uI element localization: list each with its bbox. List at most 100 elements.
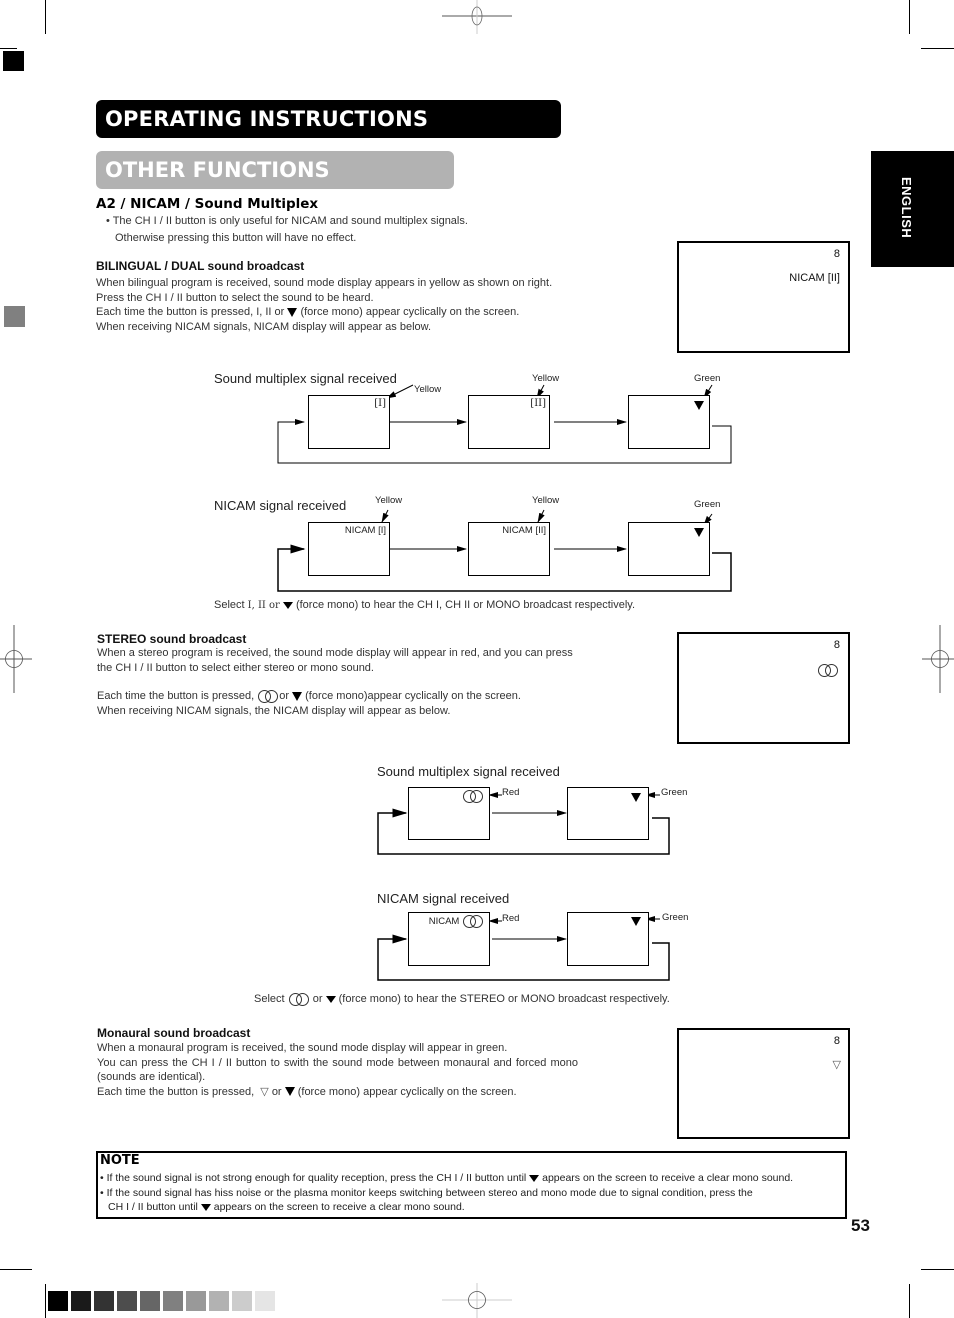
sound-mode-label: NICAM [II] <box>789 272 840 284</box>
text: or <box>271 1085 282 1098</box>
force-mono-icon <box>292 691 303 701</box>
text: (force mono) to hear the CH I, CH II or … <box>295 599 636 611</box>
calibration-swatch <box>209 1291 229 1311</box>
text: I, II or <box>247 600 280 611</box>
stereo-para-2: Each time the button is pressed, or (for… <box>97 689 579 704</box>
force-mono-icon <box>694 527 704 537</box>
mono-outline-icon: ▽ <box>832 1059 841 1071</box>
bilingual-para-4: When receiving NICAM signals, NICAM disp… <box>96 320 432 333</box>
stereo-icon <box>462 915 484 928</box>
mode-label: [II] <box>530 398 546 409</box>
calibration-swatch <box>94 1291 114 1311</box>
monaural-title: Monaural sound broadcast <box>97 1026 251 1040</box>
registration-target-left <box>0 625 32 693</box>
stereo-para-1: When a stereo program is received, the s… <box>97 647 573 674</box>
monaural-para-1: When a monaural program is received, the… <box>97 1042 508 1054</box>
color-callout: Red <box>502 913 520 924</box>
bilingual-para-1: When bilingual program is received, soun… <box>96 277 553 289</box>
sound-mode-box: NICAM <box>408 912 490 966</box>
force-mono-icon <box>282 601 293 609</box>
intro-line-2: Otherwise pressing this button will have… <box>115 232 357 244</box>
text: (force mono)appear cyclically on the scr… <box>305 690 521 702</box>
diagram-title: Sound multiplex signal received <box>377 764 560 779</box>
page-subtitle: OTHER FUNCTIONS <box>96 151 454 189</box>
channel-number: 8 <box>833 639 840 651</box>
calibration-swatch <box>186 1291 206 1311</box>
force-mono-icon <box>287 307 298 317</box>
tv-screen-monaural: 8 ▽ <box>677 1028 850 1139</box>
text: or <box>279 690 289 702</box>
stereo-description: When a stereo program is received, the s… <box>97 646 579 718</box>
text: Select <box>214 599 245 611</box>
color-callout: Yellow <box>532 373 560 384</box>
color-callout: Red <box>502 787 520 798</box>
registration-target-right <box>922 625 954 693</box>
sound-mode-box: [I] <box>308 395 390 449</box>
language-tab: ENGLISH <box>871 151 954 267</box>
tv-screen-bilingual: 8 NICAM [II] <box>677 241 850 353</box>
note-box: NOTE • If the sound signal is not strong… <box>96 1151 847 1219</box>
force-mono-icon <box>631 916 641 926</box>
color-callout: Yellow <box>414 384 442 395</box>
sound-mode-box: [II] <box>468 395 550 449</box>
bilingual-para-3: Each time the button is pressed, I, II o… <box>96 305 578 320</box>
sound-mode-box <box>628 522 710 576</box>
color-callout: Green <box>694 373 721 384</box>
mode-label: NICAM <box>428 916 460 928</box>
text: CH I / II button until <box>108 1201 198 1213</box>
calibration-swatch <box>232 1291 252 1311</box>
registration-target-bottom <box>442 1283 512 1318</box>
sound-mode-box: NICAM [I] <box>308 522 390 576</box>
color-callout: Yellow <box>375 495 403 506</box>
stereo-icon <box>817 664 839 677</box>
text: Each time the button is pressed, I, II o… <box>96 306 285 318</box>
crop-mark <box>0 48 17 49</box>
section-title: A2 / NICAM / Sound Multiplex <box>96 196 319 212</box>
force-mono-icon <box>631 792 641 802</box>
text: (force mono) to hear the STEREO or MONO … <box>338 993 670 1005</box>
monaural-description: When a monaural program is received, the… <box>97 1041 578 1099</box>
force-mono-icon <box>200 1203 211 1211</box>
gray-registration-block <box>4 306 25 327</box>
calibration-swatch <box>71 1291 91 1311</box>
calibration-swatch <box>163 1291 183 1311</box>
mode-label: NICAM [II] <box>502 525 546 536</box>
registration-target-top <box>442 0 512 34</box>
language-tab-label: ENGLISH <box>899 177 914 239</box>
stereo-icon <box>257 689 279 703</box>
note-item-continued: CH I / II button until appears on the sc… <box>108 1200 465 1214</box>
stereo-para-3: When receiving NICAM signals, the NICAM … <box>97 704 451 717</box>
stereo-icon <box>462 790 484 803</box>
text: appears on the screen to receive a clear… <box>542 1172 794 1184</box>
force-mono-icon <box>325 995 336 1003</box>
page-title: OPERATING INSTRUCTIONS (continued) <box>96 100 561 169</box>
tv-screen-stereo: 8 <box>677 632 850 744</box>
sound-mode-box <box>628 395 710 449</box>
text: Each time the button is pressed, <box>97 690 255 702</box>
color-callout: Green <box>661 787 688 798</box>
color-callout: Green <box>662 912 689 923</box>
force-mono-icon <box>529 1174 540 1182</box>
monaural-para-2: You can press the CH I / II button to sw… <box>97 1056 578 1084</box>
mono-outline-icon: ▽ <box>260 1085 269 1098</box>
text: (force mono) appear cyclically on the sc… <box>297 1085 517 1098</box>
sound-mode-box <box>408 787 490 840</box>
sound-mode-box <box>567 787 649 840</box>
note-item: • If the sound signal has hiss noise or … <box>100 1186 753 1200</box>
page-number: 53 <box>851 1216 870 1235</box>
text: • If the sound signal has hiss noise or … <box>100 1187 753 1199</box>
crop-mark <box>909 1284 910 1318</box>
sound-mode-box <box>567 912 649 966</box>
text: Each time the button is pressed, <box>97 1085 255 1098</box>
diagram-title: NICAM signal received <box>377 891 510 906</box>
color-callout: Green <box>694 499 721 510</box>
crop-mark <box>45 0 46 34</box>
crop-mark <box>0 1269 32 1270</box>
bilingual-description: When bilingual program is received, soun… <box>96 276 578 334</box>
bilingual-select-note: Select I, II or (force mono) to hear the… <box>214 598 635 614</box>
calibration-swatch <box>140 1291 160 1311</box>
channel-number: 8 <box>833 1035 840 1047</box>
stereo-title: STEREO sound broadcast <box>97 632 247 646</box>
mode-label: NICAM [I] <box>344 525 386 536</box>
